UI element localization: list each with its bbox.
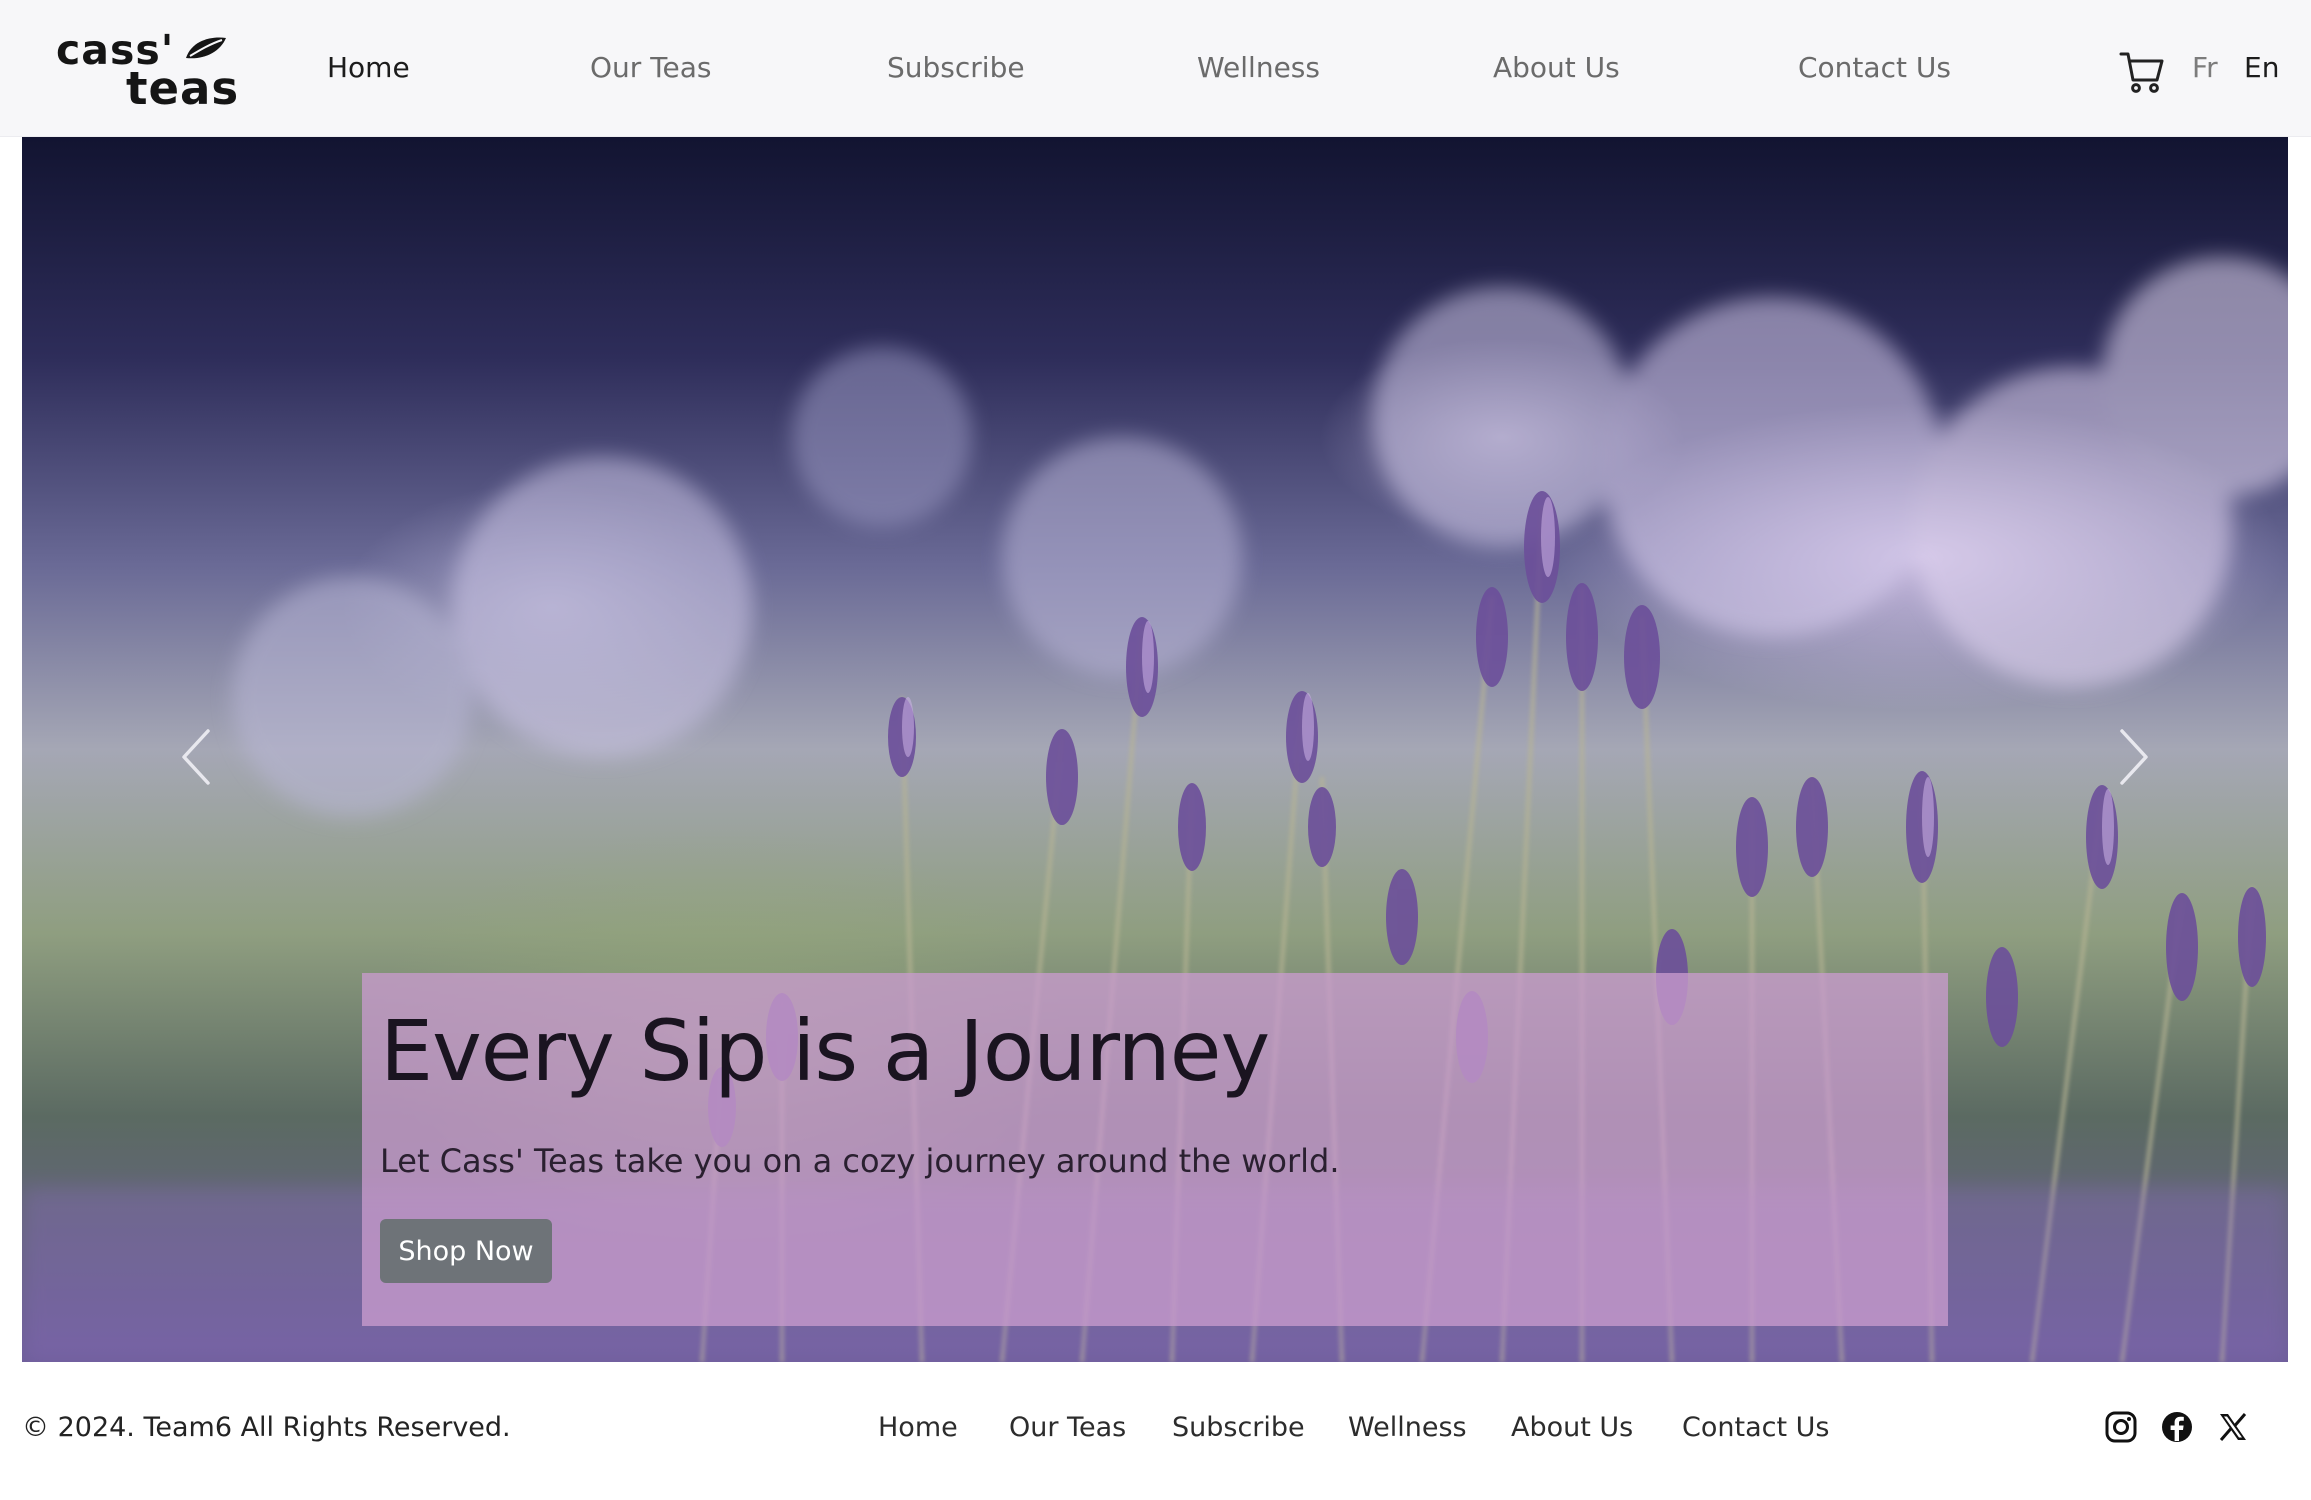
- footer-link-our-teas[interactable]: Our Teas: [1009, 1408, 1126, 1448]
- nav-link-subscribe[interactable]: Subscribe: [887, 48, 1025, 88]
- brand-logo[interactable]: cass' teas: [56, 28, 240, 115]
- instagram-icon[interactable]: [2104, 1410, 2138, 1444]
- shop-now-button[interactable]: Shop Now: [380, 1219, 552, 1283]
- footer-link-subscribe[interactable]: Subscribe: [1172, 1408, 1305, 1448]
- hero-subtitle: Let Cass' Teas take you on a cozy journe…: [380, 1142, 1340, 1180]
- shopping-cart-icon[interactable]: [2118, 48, 2166, 96]
- footer-link-contact-us[interactable]: Contact Us: [1682, 1408, 1829, 1448]
- nav-link-wellness[interactable]: Wellness: [1197, 48, 1320, 88]
- logo-text-line2: teas: [126, 62, 240, 115]
- x-twitter-icon[interactable]: [2216, 1410, 2250, 1444]
- footer-link-home[interactable]: Home: [878, 1408, 958, 1448]
- language-fr-link[interactable]: Fr: [2192, 48, 2218, 88]
- language-en-link[interactable]: En: [2244, 48, 2279, 88]
- chevron-left-icon[interactable]: [170, 717, 230, 797]
- nav-link-our-teas[interactable]: Our Teas: [590, 48, 712, 88]
- nav-link-about-us[interactable]: About Us: [1493, 48, 1620, 88]
- hero-caption: Every Sip is a Journey Let Cass' Teas ta…: [362, 973, 1948, 1326]
- top-navbar: cass' teas Home Our Teas Subscribe Welln…: [0, 0, 2311, 137]
- facebook-icon[interactable]: [2160, 1410, 2194, 1444]
- hero-carousel: Every Sip is a Journey Let Cass' Teas ta…: [22, 137, 2288, 1362]
- footer-link-wellness[interactable]: Wellness: [1348, 1408, 1467, 1448]
- copyright-text: © 2024. Team6 All Rights Reserved.: [22, 1412, 511, 1443]
- chevron-right-icon[interactable]: [2100, 717, 2160, 797]
- nav-link-home[interactable]: Home: [327, 48, 410, 88]
- footer-link-about-us[interactable]: About Us: [1511, 1408, 1633, 1448]
- hero-title: Every Sip is a Journey: [380, 1002, 1270, 1100]
- nav-link-contact-us[interactable]: Contact Us: [1798, 48, 1951, 88]
- site-footer: © 2024. Team6 All Rights Reserved. Home …: [0, 1362, 2311, 1500]
- leaf-icon: [186, 37, 226, 59]
